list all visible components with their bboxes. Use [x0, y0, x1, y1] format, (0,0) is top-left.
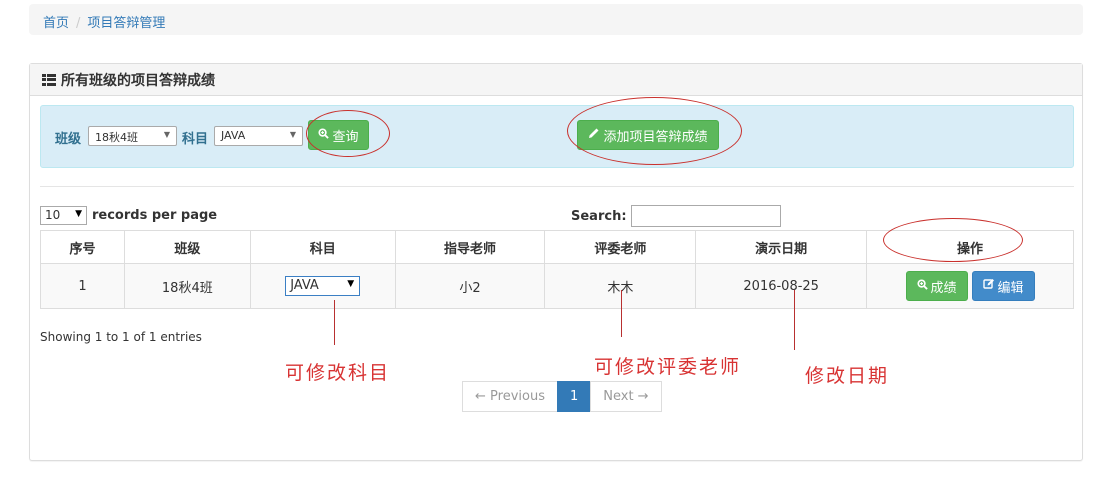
search-input[interactable] — [630, 205, 781, 227]
chevron-down-icon: ▼ — [163, 130, 170, 139]
table-info: Showing 1 to 1 of 1 entries — [40, 330, 202, 344]
breadcrumb-home[interactable]: 首页 — [43, 16, 69, 31]
page-length-select[interactable]: 10 ▼ — [40, 206, 87, 225]
column-header-judge[interactable]: 评委老师 — [544, 230, 697, 264]
annotation-circle-add — [567, 97, 742, 165]
breadcrumb-current[interactable]: 项目答辩管理 — [87, 16, 165, 31]
pagination-previous[interactable]: ← Previous — [462, 381, 558, 412]
cell-date[interactable]: 2016-08-25 — [695, 263, 868, 309]
column-header-subject[interactable]: 科目 — [249, 230, 396, 264]
subject-select-value: JAVA — [221, 129, 246, 142]
grade-button-label: 成绩 — [930, 280, 957, 296]
table-row: 1 18秋4班 JAVA ▼ 小2 木木 2016-08-25 成绩 编辑 — [40, 263, 1074, 309]
row-subject-value: JAVA — [290, 278, 319, 293]
breadcrumb: 首页 / 项目答辩管理 — [29, 4, 1083, 35]
annotation-circle-actions — [883, 218, 1023, 262]
annotation-judge: 可修改评委老师 — [594, 356, 742, 378]
annotation-line-judge — [621, 290, 622, 337]
row-subject-select[interactable]: JAVA ▼ — [285, 276, 361, 296]
cell-class: 18秋4班 — [123, 263, 251, 309]
annotation-circle-query — [306, 110, 390, 157]
pagination: ← Previous 1 Next → — [462, 381, 662, 412]
edit-icon — [982, 278, 995, 294]
zoom-in-icon — [916, 278, 928, 294]
class-select[interactable]: 18秋4班 ▼ — [88, 126, 177, 146]
edit-button[interactable]: 编辑 — [971, 271, 1035, 301]
main-panel: 所有班级的项目答辩成绩 班级 18秋4班 ▼ 科目 JAVA ▼ 查询 添加项目… — [29, 63, 1083, 461]
panel-heading: 所有班级的项目答辩成绩 — [30, 64, 1082, 96]
grade-button[interactable]: 成绩 — [905, 271, 968, 301]
page-length-control: 10 ▼ records per page — [40, 206, 217, 225]
column-header-index[interactable]: 序号 — [40, 230, 125, 264]
column-header-class[interactable]: 班级 — [123, 230, 251, 264]
divider — [40, 186, 1074, 187]
records-per-page-label: records per page — [92, 208, 218, 223]
chevron-down-icon: ▼ — [347, 279, 355, 289]
annotation-line-subject — [334, 300, 335, 345]
column-header-date[interactable]: 演示日期 — [695, 230, 868, 264]
panel-title: 所有班级的项目答辩成绩 — [61, 72, 215, 89]
search-control: Search: — [571, 205, 781, 227]
class-label: 班级 — [55, 132, 82, 147]
page-length-value: 10 — [45, 208, 61, 222]
filter-bar: 班级 18秋4班 ▼ 科目 JAVA ▼ 查询 添加项目答辩成绩 — [40, 105, 1074, 168]
cell-subject: JAVA ▼ — [249, 263, 396, 309]
annotation-line-date — [794, 290, 795, 350]
breadcrumb-separator: / — [76, 16, 81, 31]
chevron-down-icon: ▼ — [75, 209, 82, 219]
annotation-subject: 可修改科目 — [285, 362, 391, 384]
cell-index: 1 — [40, 263, 125, 309]
search-label: Search: — [571, 208, 627, 224]
annotation-date: 修改日期 — [805, 365, 890, 387]
class-select-value: 18秋4班 — [95, 131, 138, 144]
subject-select[interactable]: JAVA ▼ — [214, 126, 303, 146]
chevron-down-icon: ▼ — [289, 130, 296, 139]
cell-advisor: 小2 — [394, 263, 546, 309]
cell-actions: 成绩 编辑 — [866, 263, 1074, 309]
th-list-icon — [42, 73, 56, 86]
pagination-page-1[interactable]: 1 — [556, 381, 592, 412]
subject-label: 科目 — [182, 132, 209, 147]
edit-button-label: 编辑 — [997, 280, 1024, 296]
column-header-advisor[interactable]: 指导老师 — [394, 230, 546, 264]
pagination-next[interactable]: Next → — [590, 381, 662, 412]
